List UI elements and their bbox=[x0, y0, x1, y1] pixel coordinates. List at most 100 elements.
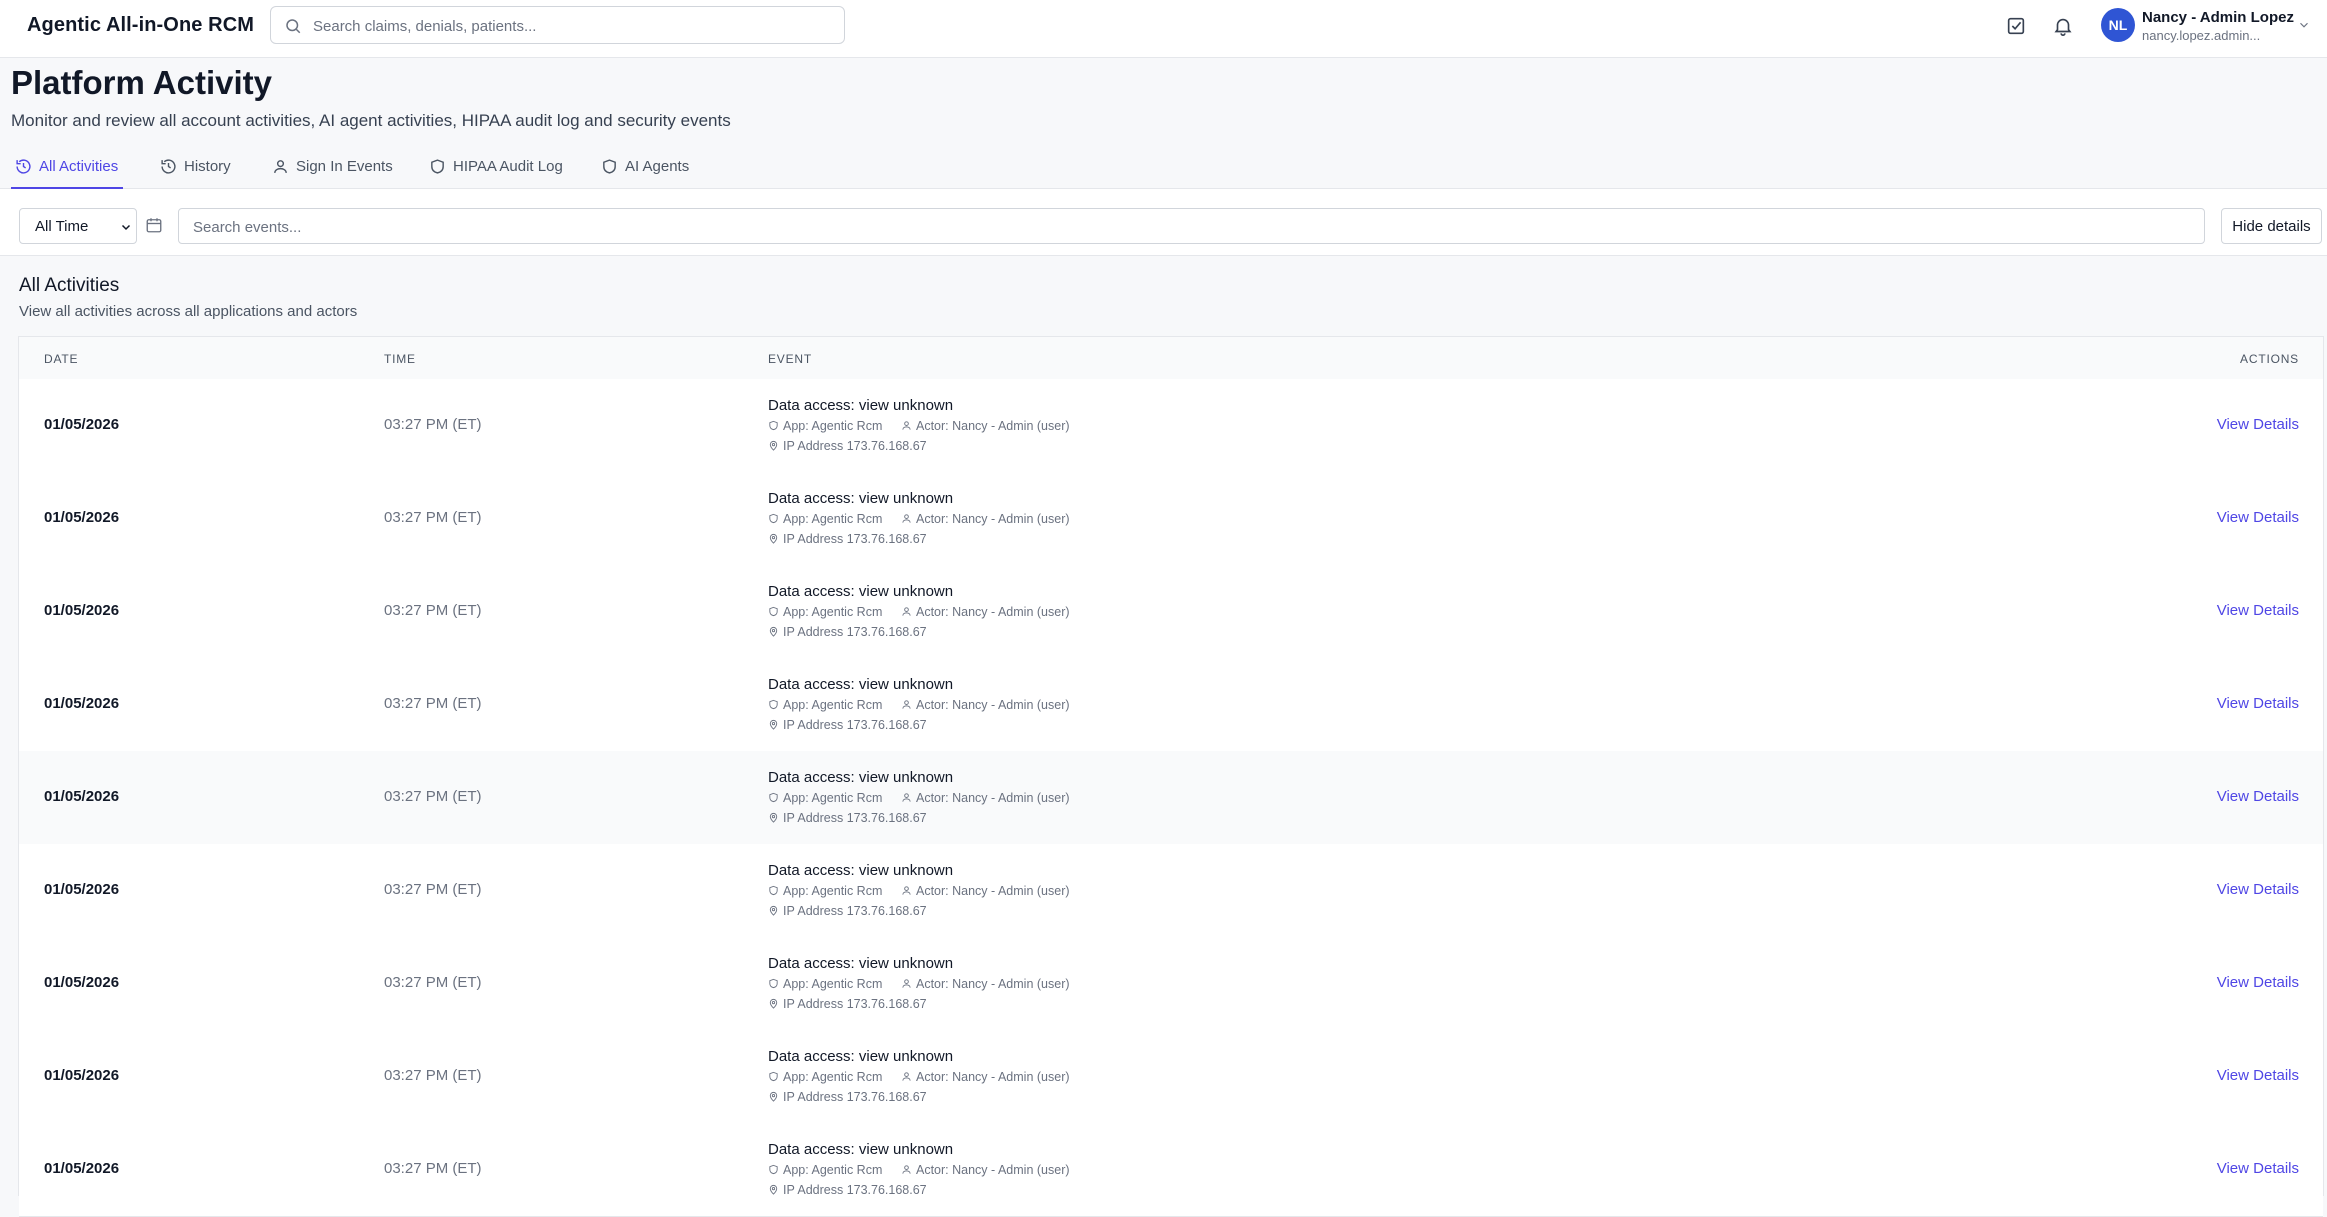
tab-all-activities[interactable]: All Activities bbox=[11, 148, 123, 189]
map-pin-icon bbox=[769, 533, 778, 544]
map-pin-icon bbox=[769, 719, 778, 730]
view-details-link[interactable]: View Details bbox=[2217, 695, 2299, 712]
event-app: App: Agentic Rcm bbox=[768, 698, 882, 712]
time-range-select[interactable]: All Time bbox=[19, 208, 137, 244]
user-email: nancy.lopez.admin... bbox=[2142, 28, 2261, 43]
calendar-icon[interactable] bbox=[145, 216, 163, 234]
time-range-value: All Time bbox=[35, 218, 89, 235]
view-details-link[interactable]: View Details bbox=[2217, 974, 2299, 991]
time-cell: 03:27 PM (ET) bbox=[384, 602, 482, 619]
map-pin-icon bbox=[769, 998, 778, 1009]
tab-ai-agents[interactable]: AI Agents bbox=[597, 148, 693, 187]
event-app-text: App: Agentic Rcm bbox=[783, 977, 883, 991]
top-bar: Agentic All-in-One RCM NL Nancy - Admin … bbox=[0, 0, 2327, 58]
global-search-input[interactable] bbox=[311, 7, 835, 45]
user-icon bbox=[902, 514, 911, 523]
event-ip: IP Address 173.76.168.67 bbox=[768, 718, 927, 732]
event-ip-text: IP Address 173.76.168.67 bbox=[783, 1090, 927, 1104]
date-cell: 01/05/2026 bbox=[44, 881, 120, 898]
date-cell: 01/05/2026 bbox=[44, 695, 120, 712]
event-app: App: Agentic Rcm bbox=[768, 977, 882, 991]
global-search-box[interactable] bbox=[270, 6, 845, 45]
table-row: 01/05/2026 03:27 PM (ET) Data access: view… bbox=[19, 937, 2323, 1031]
event-actor-text: Actor: Nancy - Admin (user) bbox=[916, 1070, 1070, 1084]
event-ip: IP Address 173.76.168.67 bbox=[768, 439, 927, 453]
table-row: 01/05/2026 03:27 PM (ET) Data access: view… bbox=[19, 379, 2323, 473]
shield-icon bbox=[769, 792, 778, 803]
tab-hipaa-audit-log[interactable]: HIPAA Audit Log bbox=[425, 148, 565, 187]
event-actor: Actor: Nancy - Admin (user) bbox=[901, 419, 1070, 433]
time-cell: 03:27 PM (ET) bbox=[384, 1067, 482, 1084]
shield-icon bbox=[769, 513, 778, 524]
user-menu[interactable]: NL Nancy - Admin Lopez nancy.lopez.admin… bbox=[2101, 8, 2315, 46]
tab-history[interactable]: History bbox=[156, 148, 236, 187]
user-icon bbox=[902, 979, 911, 988]
shield-icon bbox=[769, 978, 778, 989]
filter-bar: All Time Hide details bbox=[0, 189, 2327, 256]
table-row: 01/05/2026 03:27 PM (ET) Data access: view… bbox=[19, 1030, 2323, 1124]
user-icon bbox=[902, 421, 911, 430]
event-title: Data access: view unknown bbox=[768, 1141, 954, 1158]
table-row: 01/05/2026 03:27 PM (ET) Data access: view… bbox=[19, 751, 2323, 845]
hide-details-button[interactable]: Hide details bbox=[2221, 208, 2322, 244]
table-row: 01/05/2026 03:27 PM (ET) Data access: view… bbox=[19, 565, 2323, 659]
app-title: Agentic All-in-One RCM bbox=[27, 14, 255, 36]
shield-icon bbox=[769, 420, 778, 431]
bell-icon[interactable] bbox=[2052, 15, 2074, 37]
tasks-icon[interactable] bbox=[2005, 15, 2027, 37]
map-pin-icon bbox=[769, 440, 778, 451]
tab-label: HIPAA Audit Log bbox=[453, 158, 563, 175]
section-subtitle: View all activities across all applicati… bbox=[19, 303, 358, 320]
avatar: NL bbox=[2101, 8, 2135, 42]
view-details-link[interactable]: View Details bbox=[2217, 509, 2299, 526]
map-pin-icon bbox=[769, 905, 778, 916]
user-icon bbox=[902, 607, 911, 616]
event-app-text: App: Agentic Rcm bbox=[783, 605, 883, 619]
shield-icon bbox=[769, 699, 778, 710]
event-app-text: App: Agentic Rcm bbox=[783, 698, 883, 712]
event-search-box[interactable] bbox=[178, 208, 2205, 245]
view-details-link[interactable]: View Details bbox=[2217, 881, 2299, 898]
chevron-down-icon bbox=[2300, 22, 2308, 28]
event-app: App: Agentic Rcm bbox=[768, 419, 882, 433]
event-title: Data access: view unknown bbox=[768, 769, 954, 786]
time-cell: 03:27 PM (ET) bbox=[384, 416, 482, 433]
shield-icon bbox=[603, 159, 616, 174]
time-cell: 03:27 PM (ET) bbox=[384, 695, 482, 712]
history-icon bbox=[16, 159, 31, 174]
event-app: App: Agentic Rcm bbox=[768, 605, 882, 619]
event-actor-text: Actor: Nancy - Admin (user) bbox=[916, 977, 1070, 991]
view-details-link[interactable]: View Details bbox=[2217, 1067, 2299, 1084]
view-details-link[interactable]: View Details bbox=[2217, 788, 2299, 805]
column-header-date: DATE bbox=[44, 352, 79, 366]
event-title: Data access: view unknown bbox=[768, 862, 954, 879]
map-pin-icon bbox=[769, 812, 778, 823]
event-ip-text: IP Address 173.76.168.67 bbox=[783, 997, 927, 1011]
user-name: Nancy - Admin Lopez bbox=[2142, 9, 2294, 26]
event-title: Data access: view unknown bbox=[768, 955, 954, 972]
event-app: App: Agentic Rcm bbox=[768, 1163, 882, 1177]
event-title: Data access: view unknown bbox=[768, 583, 954, 600]
event-search-input[interactable] bbox=[191, 209, 2185, 245]
search-icon bbox=[286, 19, 301, 34]
user-icon bbox=[902, 793, 911, 802]
view-details-link[interactable]: View Details bbox=[2217, 602, 2299, 619]
tab-label: AI Agents bbox=[625, 158, 690, 175]
event-app-text: App: Agentic Rcm bbox=[783, 1163, 883, 1177]
event-title: Data access: view unknown bbox=[768, 1048, 954, 1065]
shield-icon bbox=[431, 159, 444, 174]
event-ip: IP Address 173.76.168.67 bbox=[768, 997, 927, 1011]
event-actor-text: Actor: Nancy - Admin (user) bbox=[916, 512, 1070, 526]
history-icon bbox=[161, 159, 176, 174]
activities-table: DATE TIME EVENT ACTIONS 01/05/2026 03:27 … bbox=[18, 336, 2324, 1217]
view-details-link[interactable]: View Details bbox=[2217, 1160, 2299, 1177]
chevron-down-icon bbox=[121, 224, 131, 231]
tab-sign-in-events[interactable]: Sign In Events bbox=[268, 148, 394, 187]
user-icon bbox=[902, 1165, 911, 1174]
event-app: App: Agentic Rcm bbox=[768, 884, 882, 898]
view-details-link[interactable]: View Details bbox=[2217, 416, 2299, 433]
time-cell: 03:27 PM (ET) bbox=[384, 509, 482, 526]
date-cell: 01/05/2026 bbox=[44, 602, 120, 619]
event-actor-text: Actor: Nancy - Admin (user) bbox=[916, 605, 1070, 619]
event-actor: Actor: Nancy - Admin (user) bbox=[901, 1070, 1070, 1084]
